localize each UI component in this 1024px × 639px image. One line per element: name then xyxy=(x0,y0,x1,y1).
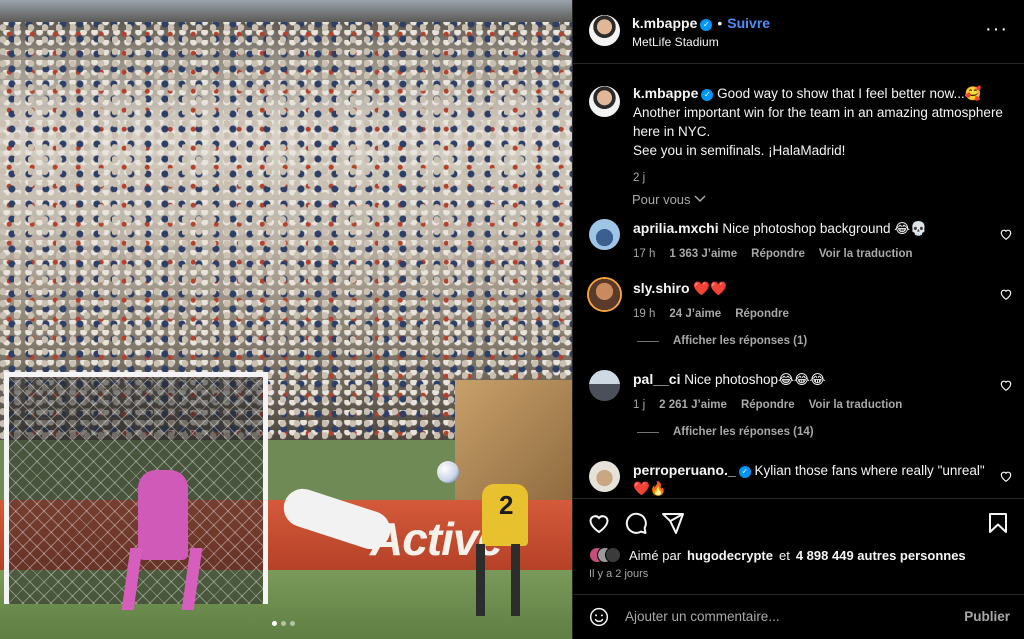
author-line: k.mbappe ✓ • Suivre xyxy=(632,15,770,31)
publish-button[interactable]: Publier xyxy=(964,609,1010,624)
comment-meta: 19 h 24 J’aime Répondre xyxy=(633,308,1019,320)
comment-username[interactable]: sly.shiro xyxy=(633,280,690,296)
share-icon[interactable] xyxy=(661,511,685,535)
comment-item: sly.shiro ❤️❤️ 19 h 24 J’aime Répondre xyxy=(589,279,1019,320)
translate-button[interactable]: Voir la traduction xyxy=(819,248,913,260)
comment-likes[interactable]: 24 J’aime xyxy=(669,308,721,320)
comment-icon[interactable] xyxy=(624,511,648,535)
goalkeeper-legs xyxy=(121,548,203,610)
commenter-avatar[interactable] xyxy=(589,370,620,401)
caption-line-3: See you in semifinals. ¡HalaMadrid! xyxy=(633,143,846,158)
author-avatar[interactable] xyxy=(589,15,620,46)
post-location[interactable]: MetLife Stadium xyxy=(632,35,719,49)
comment-body: sly.shiro ❤️❤️ xyxy=(633,279,1019,298)
carousel-dot-1[interactable] xyxy=(272,621,277,626)
chevron-down-icon xyxy=(694,195,706,203)
liked-count[interactable]: 4 898 449 autres personnes xyxy=(796,548,966,563)
comment-time: 19 h xyxy=(633,308,656,320)
carousel-indicator xyxy=(272,621,295,626)
heart-icon[interactable] xyxy=(999,378,1013,392)
view-replies-label: Afficher les réponses (1) xyxy=(673,335,808,347)
post-viewer: Active 2 k.mbappe ✓ • Suivre MetLife Stadiu… xyxy=(0,0,1024,639)
commenter-avatar[interactable] xyxy=(589,461,620,492)
liked-by-prefix: Aimé par xyxy=(629,547,682,563)
comment-likes[interactable]: 2 261 J’aime xyxy=(659,399,727,411)
more-icon[interactable]: ··· xyxy=(985,19,1008,39)
comment-time: 17 h xyxy=(633,248,656,260)
emoji-icon[interactable] xyxy=(589,607,609,627)
comment-item: pal__ci Nice photoshop😂😂😂 1 j 2 261 J’ai… xyxy=(589,370,1019,411)
goalkeeper xyxy=(138,470,188,560)
commenter-avatar[interactable] xyxy=(589,279,620,310)
comment-meta: 17 h 1 363 J’aime Répondre Voir la tradu… xyxy=(633,248,1019,260)
defender-legs xyxy=(476,544,520,616)
post-header: k.mbappe ✓ • Suivre MetLife Stadium ··· xyxy=(573,0,1024,64)
comment-username[interactable]: pal__ci xyxy=(633,371,680,387)
follow-button[interactable]: Suivre xyxy=(727,15,770,31)
reply-button[interactable]: Répondre xyxy=(735,308,789,320)
comment-body: aprilia.mxchi Nice photoshop background … xyxy=(633,219,1019,238)
comment-body: pal__ci Nice photoshop😂😂😂 xyxy=(633,370,1019,389)
heart-icon[interactable] xyxy=(999,227,1013,241)
caption-time: 2 j xyxy=(633,172,646,184)
verified-icon: ✓ xyxy=(738,466,751,478)
commenter-avatar[interactable] xyxy=(589,219,620,250)
comment-text: ❤️❤️ xyxy=(693,281,727,296)
caption-line-2: Another important win for the team in an… xyxy=(633,105,1003,139)
replies-line xyxy=(637,340,659,342)
post-caption: k.mbappe ✓ Good way to show that I feel b… xyxy=(589,84,1009,184)
sort-label: Pour vous xyxy=(632,192,691,207)
comment-composer: Ajouter un commentaire... Publier xyxy=(573,594,1024,639)
heart-icon[interactable] xyxy=(587,511,611,535)
stadium-roof xyxy=(0,0,572,22)
separator-dot: • xyxy=(717,15,723,31)
stadium-banner xyxy=(455,380,572,500)
translate-button[interactable]: Voir la traduction xyxy=(809,399,903,411)
comment-text: Nice photoshop😂😂😂 xyxy=(684,372,826,387)
post-image[interactable]: Active 2 xyxy=(0,0,572,639)
view-replies-button[interactable]: Afficher les réponses (14) xyxy=(637,426,814,438)
view-replies-button[interactable]: Afficher les réponses (1) xyxy=(637,335,807,347)
shirt-number: 2 xyxy=(499,490,514,520)
liker-avatars xyxy=(589,547,621,563)
author-username[interactable]: k.mbappe xyxy=(632,15,697,31)
comment-sort-dropdown[interactable]: Pour vous xyxy=(632,192,706,207)
liked-by-suffix: et xyxy=(779,547,790,563)
reply-button[interactable]: Répondre xyxy=(741,399,795,411)
likes-summary[interactable]: Aimé par hugodecrypte et 4 898 449 autre… xyxy=(589,547,966,563)
caption-avatar[interactable] xyxy=(589,86,620,117)
verified-icon: ✓ xyxy=(700,19,713,31)
comment-username[interactable]: perroperuano._ xyxy=(633,462,736,478)
heart-icon[interactable] xyxy=(999,287,1013,301)
caption-text: k.mbappe ✓ Good way to show that I feel b… xyxy=(633,84,1009,160)
carousel-dot-3[interactable] xyxy=(290,621,295,626)
liker-avatar xyxy=(605,547,621,563)
caption-username[interactable]: k.mbappe xyxy=(633,85,698,101)
post-sidebar: k.mbappe ✓ • Suivre MetLife Stadium ··· k.m… xyxy=(572,0,1024,639)
football xyxy=(437,461,459,483)
liked-by-user[interactable]: hugodecrypte xyxy=(687,548,773,563)
post-time-ago: Il y a 2 jours xyxy=(589,568,649,580)
caption-line-1: Good way to show that I feel better now.… xyxy=(717,86,982,101)
bookmark-icon[interactable] xyxy=(986,511,1010,535)
comment-likes[interactable]: 1 363 J’aime xyxy=(669,248,737,260)
comment-body: perroperuano._ ✓ Kylian those fans where … xyxy=(633,461,1019,498)
comment-item: perroperuano._ ✓ Kylian those fans where … xyxy=(589,461,1019,498)
comment-username[interactable]: aprilia.mxchi xyxy=(633,220,719,236)
comment-text: Nice photoshop background 😂💀 xyxy=(722,221,927,236)
action-bar xyxy=(573,498,1024,544)
heart-icon[interactable] xyxy=(999,469,1013,483)
comment-time: 1 j xyxy=(633,399,646,411)
comment-item: aprilia.mxchi Nice photoshop background … xyxy=(589,219,1019,260)
comment-input[interactable]: Ajouter un commentaire... xyxy=(625,609,780,624)
replies-line xyxy=(637,431,659,433)
reply-button[interactable]: Répondre xyxy=(751,248,805,260)
view-replies-label: Afficher les réponses (14) xyxy=(673,426,814,438)
carousel-dot-2[interactable] xyxy=(281,621,286,626)
verified-icon: ✓ xyxy=(701,89,714,101)
comment-meta: 1 j 2 261 J’aime Répondre Voir la traduc… xyxy=(633,399,1019,411)
